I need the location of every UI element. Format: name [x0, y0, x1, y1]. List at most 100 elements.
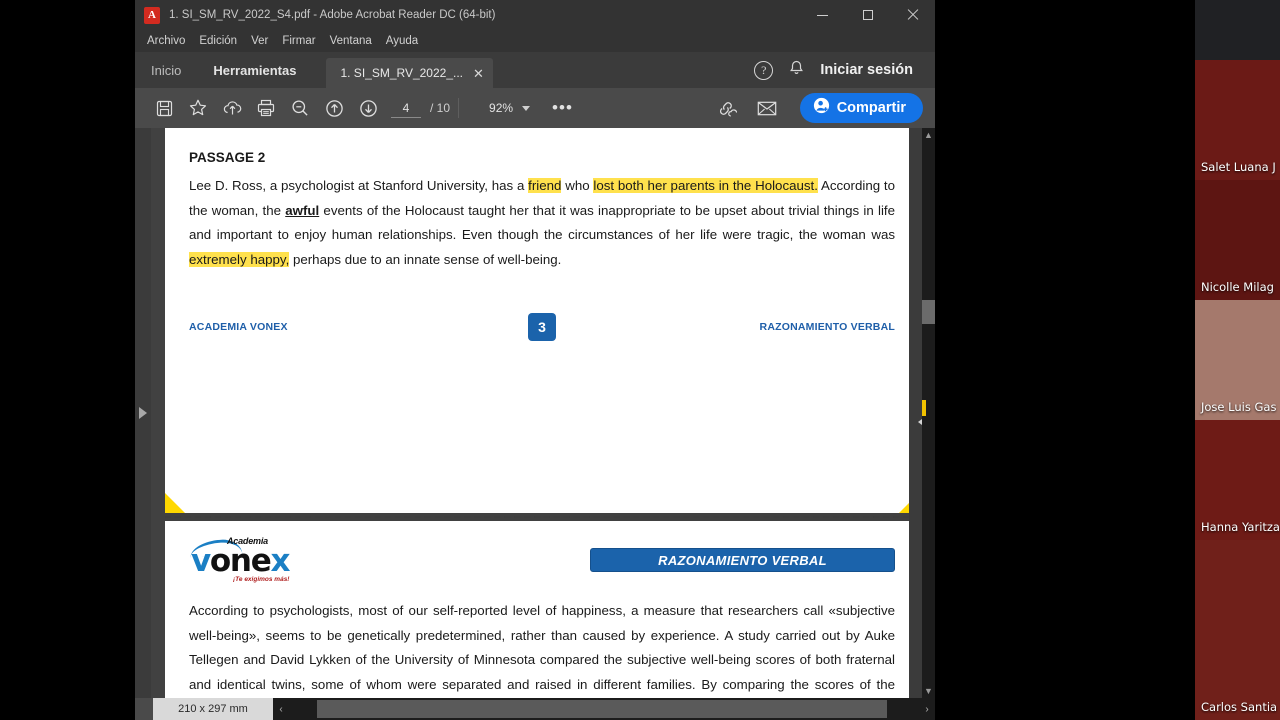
passage-title: PASSAGE 2: [189, 150, 266, 165]
scroll-up-arrow-icon[interactable]: ▲: [924, 128, 933, 142]
menu-bar: Archivo Edición Ver Firmar Ventana Ayuda: [135, 30, 935, 52]
page4-paragraph: According to psychologists, most of our …: [189, 603, 895, 692]
print-icon[interactable]: [249, 91, 283, 125]
pages-area[interactable]: PASSAGE 2 Lee D. Ross, a psychologist at…: [151, 128, 909, 698]
document-tab-close-icon[interactable]: ✕: [473, 67, 484, 80]
page-separator: [165, 513, 909, 521]
document-viewport: PASSAGE 2 Lee D. Ross, a psychologist at…: [135, 128, 935, 698]
minimize-button[interactable]: [800, 0, 845, 30]
document-tab-label: 1. SI_SM_RV_2022_...: [340, 66, 463, 80]
page-number-input[interactable]: 4: [391, 98, 421, 118]
page-number-badge: 3: [528, 313, 556, 342]
highlight-marker: [922, 400, 926, 416]
horizontal-scrollbar[interactable]: ‹ ›: [273, 698, 935, 720]
right-panel-toggle[interactable]: ▲ ▼: [909, 128, 935, 698]
maximize-button[interactable]: [845, 0, 890, 30]
participant-name: Nicolle Milag: [1201, 280, 1274, 294]
menu-item-archivo[interactable]: Archivo: [140, 33, 192, 49]
horizontal-scrollbar-track[interactable]: [289, 698, 919, 720]
scrollbar-track[interactable]: [922, 142, 935, 684]
chevron-down-icon[interactable]: [522, 105, 531, 111]
participant-name: Hanna Yaritza: [1201, 520, 1280, 534]
participant-name: Carlos Santia: [1201, 700, 1278, 714]
highlight-holocaust: lost both her parents in the Holocaust.: [593, 178, 818, 193]
menu-item-firmar[interactable]: Firmar: [275, 33, 322, 49]
vertical-scrollbar[interactable]: ▲ ▼: [922, 128, 935, 698]
share-button[interactable]: Compartir: [799, 93, 923, 123]
tab-herramientas[interactable]: Herramientas: [197, 52, 312, 88]
window-controls: [800, 0, 935, 30]
text-run: who: [561, 178, 594, 193]
upload-cloud-icon[interactable]: [215, 91, 249, 125]
left-panel-toggle[interactable]: [135, 128, 151, 698]
logo-tagline: ¡Te exigimos más!: [233, 576, 290, 583]
participant-tile[interactable]: Salet Luana J: [1195, 60, 1280, 180]
vonex-logo: Academia vonex ¡Te exigimos más!: [189, 534, 301, 586]
participant-tile[interactable]: Carlos Santia: [1195, 540, 1280, 720]
menu-item-ventana[interactable]: Ventana: [323, 33, 379, 49]
subject-banner: RAZONAMIENTO VERBAL: [590, 548, 895, 572]
sign-in-button[interactable]: Iniciar sesión: [820, 62, 913, 78]
scroll-right-arrow-icon[interactable]: ›: [919, 698, 935, 720]
toolbar: 4 / 10 92% ••• Compartir: [135, 88, 935, 128]
passage-paragraph: Lee D. Ross, a psychologist at Stanford …: [189, 174, 895, 272]
participant-name: Salet Luana J: [1201, 160, 1276, 174]
tab-inicio[interactable]: Inicio: [135, 52, 197, 88]
notification-bell-icon[interactable]: [789, 60, 804, 80]
next-page-icon[interactable]: [351, 91, 385, 125]
document-tab[interactable]: 1. SI_SM_RV_2022_... ✕: [326, 58, 493, 88]
menu-item-ayuda[interactable]: Ayuda: [379, 33, 425, 49]
menu-item-edicion[interactable]: Edición: [192, 33, 244, 49]
participant-tile[interactable]: Hanna Yaritza: [1195, 420, 1280, 540]
close-button[interactable]: [890, 0, 935, 30]
scrollbar-thumb[interactable]: [922, 300, 935, 324]
tab-bar: Inicio Herramientas 1. SI_SM_RV_2022_...…: [135, 52, 935, 88]
more-tools-icon[interactable]: •••: [552, 98, 573, 118]
participant-tile[interactable]: Jose Luis Gas: [1195, 300, 1280, 420]
save-icon[interactable]: [147, 91, 181, 125]
text-run: Lee D. Ross, a psychologist at Stanford …: [189, 178, 529, 193]
horizontal-scrollbar-thumb[interactable]: [317, 700, 887, 718]
logo-letter-x: x: [270, 543, 290, 579]
page-total-label: / 10: [430, 101, 451, 115]
meeting-participants-panel: Salet Luana J Nicolle Milag Jose Luis Ga…: [1195, 0, 1280, 720]
participant-tile[interactable]: Nicolle Milag: [1195, 180, 1280, 300]
previous-page-icon[interactable]: [317, 91, 351, 125]
highlight-extremely-happy: extremely happy,: [189, 251, 290, 267]
help-icon[interactable]: ?: [754, 60, 774, 80]
tab-bar-right: ? Iniciar sesión: [754, 52, 935, 88]
logo-letter-v: v: [191, 543, 211, 579]
window-title: 1. SI_SM_RV_2022_S4.pdf - Adobe Acrobat …: [169, 9, 496, 21]
corner-triangle-right: [899, 493, 909, 513]
envelope-icon[interactable]: [750, 91, 784, 125]
scroll-left-arrow-icon[interactable]: ‹: [273, 698, 289, 720]
pdf-page-4: Academia vonex ¡Te exigimos más! RAZONAM…: [165, 521, 909, 698]
minimize-icon: [817, 14, 828, 16]
menu-item-ver[interactable]: Ver: [244, 33, 275, 49]
corner-triangle-left: [165, 493, 185, 513]
page-footer: ACADEMIA VONEX 3 RAZONAMIENTO VERBAL: [189, 310, 895, 344]
add-person-icon: [813, 97, 830, 119]
logo-letters-on: on: [209, 543, 252, 579]
zoom-level-label[interactable]: 92%: [489, 101, 513, 115]
star-icon[interactable]: [181, 91, 215, 125]
pdf-page-3: PASSAGE 2 Lee D. Ross, a psychologist at…: [165, 128, 909, 513]
zoom-icon[interactable]: [283, 91, 317, 125]
acrobat-app-icon: A: [144, 6, 160, 24]
acrobat-window: A 1. SI_SM_RV_2022_S4.pdf - Adobe Acroba…: [135, 0, 935, 720]
logo-vonex-text: vonex: [191, 543, 290, 579]
share-button-label: Compartir: [836, 100, 906, 116]
chevron-right-icon: [139, 407, 147, 419]
participant-name: Jose Luis Gas: [1201, 400, 1277, 414]
close-icon: [907, 9, 919, 21]
highlight-friend: friend: [528, 178, 562, 193]
logo-letter-e: e: [250, 543, 272, 579]
maximize-icon: [862, 10, 873, 20]
participant-video: [1195, 540, 1280, 720]
scroll-down-arrow-icon[interactable]: ▼: [924, 684, 933, 698]
link-cloud-icon[interactable]: [710, 91, 744, 125]
footer-academia-label: ACADEMIA VONEX: [189, 321, 288, 334]
title-bar: A 1. SI_SM_RV_2022_S4.pdf - Adobe Acroba…: [135, 0, 935, 30]
toolbar-right-group: Compartir: [710, 91, 923, 125]
document-size-label: 210 x 297 mm: [153, 698, 273, 720]
